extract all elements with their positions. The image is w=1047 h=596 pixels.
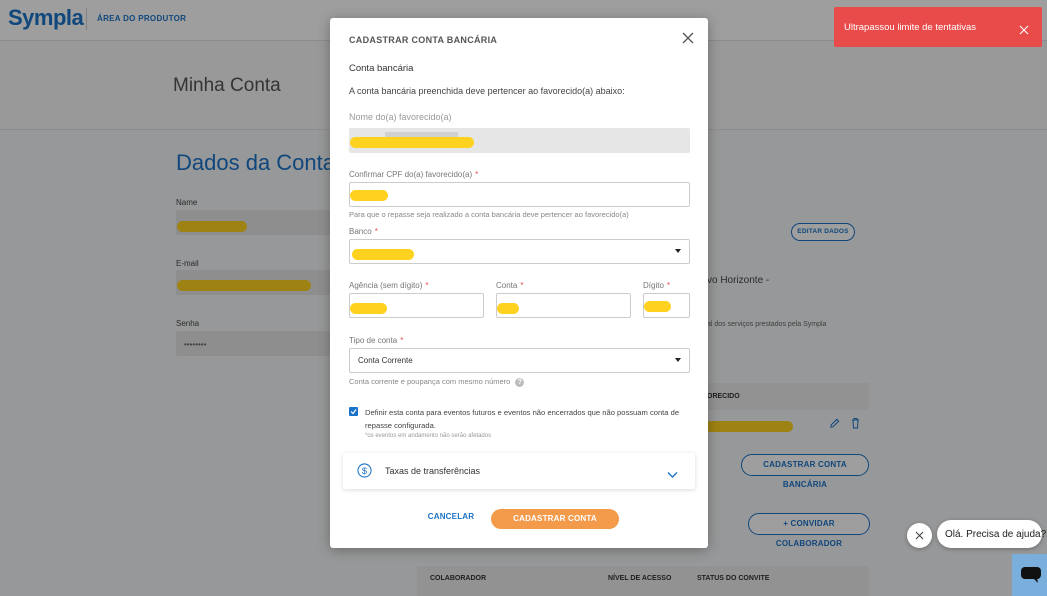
agency-label: Agência (sem dígito) * [349,281,429,290]
bank-label: Banco * [349,227,378,236]
required-mark: * [475,170,479,179]
digit-input[interactable] [643,293,690,318]
digit-label: Dígito * [643,281,670,290]
account-label: Conta * [496,281,523,290]
account-type-help: Conta corrente e poupança com mesmo núme… [349,377,525,387]
help-icon[interactable]: ? [515,377,525,387]
toast-message: Ultrapassou limite de tentativas [844,22,977,33]
chat-icon [1021,567,1041,583]
agency-label-text: Agência (sem dígito) [349,281,423,290]
beneficiary-field [349,128,690,153]
account-type-value: Conta Corrente [358,356,413,365]
redaction-mark [350,137,474,148]
error-toast: Ultrapassou limite de tentativas [834,7,1042,47]
chevron-down-icon [675,249,681,253]
modal-title: CADASTRAR CONTA BANCÁRIA [349,35,498,45]
close-icon [915,531,924,540]
default-account-checkbox-label[interactable]: Definir esta conta para eventos futuros … [365,406,695,432]
required-mark: * [520,281,524,290]
default-account-checkbox[interactable] [349,407,358,416]
required-mark: * [425,281,429,290]
svg-text:$: $ [362,466,368,476]
transfer-fees-label: Taxas de transferências [385,466,481,476]
account-type-label-text: Tipo de conta [349,336,398,345]
account-input[interactable] [496,293,631,318]
redaction-mark [497,303,519,314]
chat-greeting-text: Olá. Precisa de ajuda? [945,529,1047,540]
bank-account-modal: CADASTRAR CONTA BANCÁRIA Conta bancária … [330,18,708,548]
cpf-label-text: Confirmar CPF do(a) favorecido(a) [349,170,473,179]
chat-dismiss-button[interactable] [907,523,932,548]
redaction-mark [352,249,414,260]
cpf-label: Confirmar CPF do(a) favorecido(a) * [349,170,478,179]
bank-label-text: Banco [349,227,372,236]
beneficiary-label: Nome do(a) favorecido(a) [349,112,452,122]
redaction-mark [350,190,388,201]
chat-greeting-bubble[interactable]: Olá. Precisa de ajuda? [937,520,1046,548]
account-type-select[interactable]: Conta Corrente [349,348,690,373]
digit-label-text: Dígito [643,281,664,290]
transfer-fees-accordion[interactable]: $ Taxas de transferências [343,453,695,489]
account-label-text: Conta [496,281,518,290]
required-mark: * [666,281,671,290]
redaction-mark [644,301,671,312]
cancel-button[interactable]: CANCELAR [422,512,480,526]
chevron-down-icon [667,466,678,484]
redaction-mark [350,303,387,314]
section-heading: Conta bancária [349,63,414,74]
agency-input[interactable] [349,293,484,318]
cpf-help-text: Para que o repasse seja realizado a cont… [349,210,629,219]
checkbox-note: *os eventos em andamento não serão afeta… [365,433,492,439]
required-mark: * [400,336,404,345]
cpf-input[interactable] [349,182,690,207]
modal-close-icon[interactable] [680,30,696,46]
required-mark: * [374,227,378,236]
chevron-down-icon [675,358,681,362]
account-type-label: Tipo de conta * [349,336,403,345]
account-type-help-text: Conta corrente e poupança com mesmo núme… [349,377,511,386]
intro-text: A conta bancária preenchida deve pertenc… [349,86,625,96]
chat-launcher-button[interactable] [1012,554,1047,596]
dollar-circle-icon: $ [357,463,372,483]
toast-close-icon[interactable] [1019,22,1029,35]
register-bank-account-button[interactable]: CADASTRAR CONTA BANCÁRIA [491,509,619,543]
bank-select[interactable] [349,239,690,264]
